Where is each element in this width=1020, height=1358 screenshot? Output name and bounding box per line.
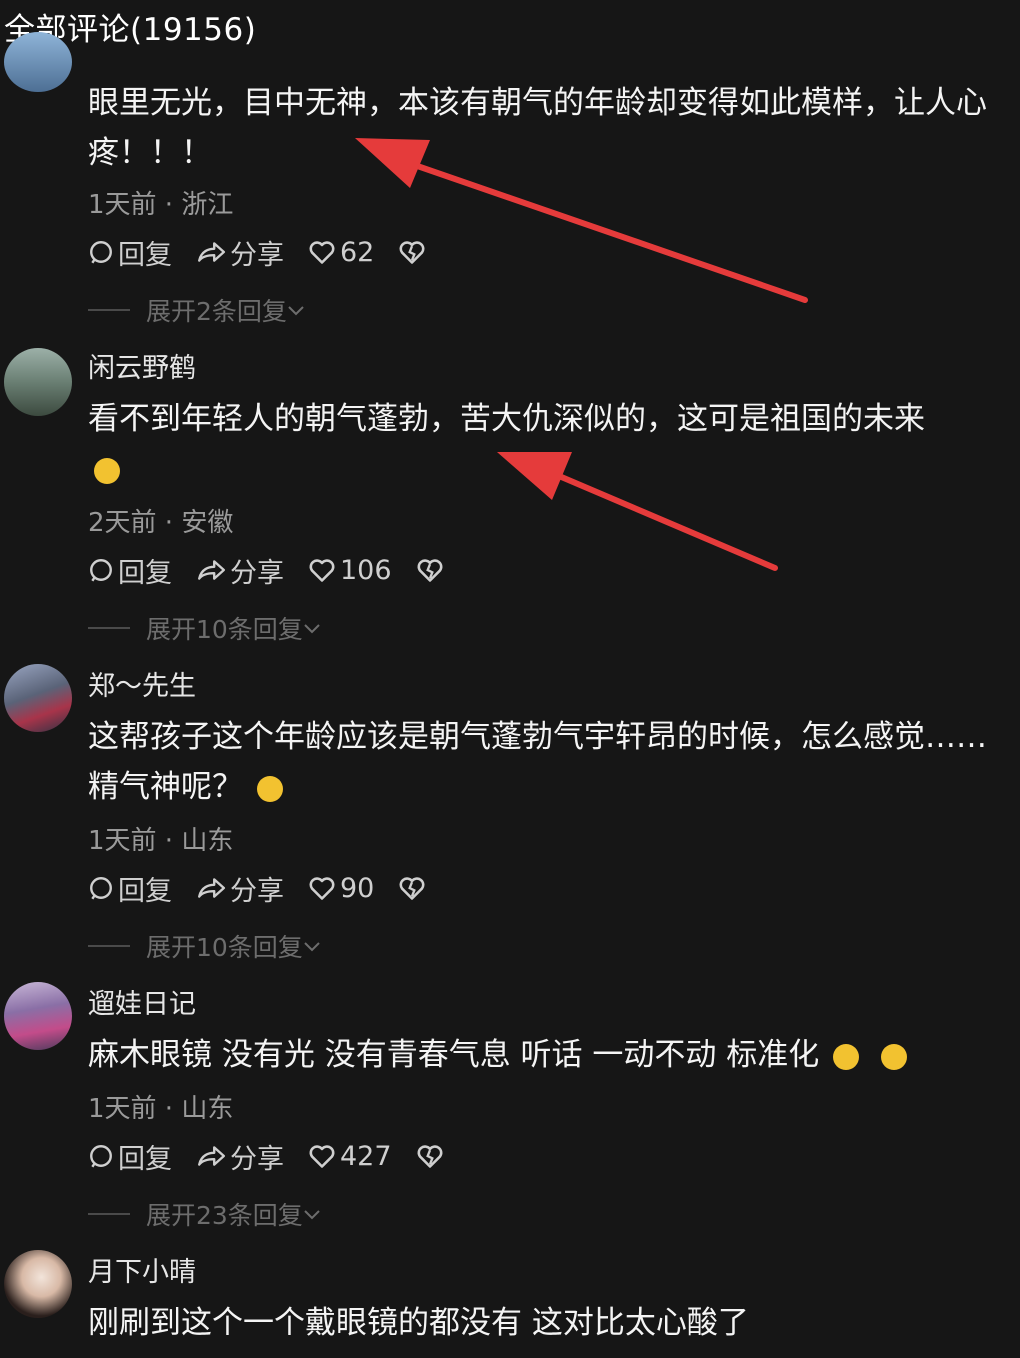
comment-text: 这帮孩子这个年龄应该是朝气蓬勃气宇轩昂的时候，怎么感觉……精气神呢？	[88, 712, 1016, 812]
grin-emoji-icon	[94, 457, 120, 484]
like-button[interactable]: 427	[308, 1141, 392, 1172]
like-count: 62	[340, 236, 375, 268]
like-count: 90	[340, 872, 375, 904]
comment-icon	[90, 1145, 112, 1168]
share-icon	[198, 560, 226, 580]
like-button[interactable]: 62	[308, 237, 374, 268]
chevron-down-icon	[288, 306, 304, 316]
chevron-down-icon	[304, 942, 320, 952]
avatar[interactable]	[4, 1250, 72, 1318]
reply-label: 回复	[118, 557, 172, 589]
dislike-button[interactable]	[398, 875, 430, 901]
expand-label: 展开23条回复	[146, 1201, 303, 1230]
reply-label: 回复	[118, 1143, 172, 1175]
dislike-icon	[399, 877, 425, 900]
share-button[interactable]: 分享	[196, 869, 284, 908]
comment-icon	[90, 241, 112, 264]
like-button[interactable]: 106	[308, 555, 392, 586]
expand-label: 展开10条回复	[146, 933, 303, 962]
comment-actions: 回复 分享 427	[88, 1136, 472, 1176]
expand-replies[interactable]: 展开2条回复	[88, 292, 305, 328]
reply-label: 回复	[118, 875, 172, 907]
share-button[interactable]: 分享	[196, 551, 284, 590]
username[interactable]: 闲云野鹤	[88, 346, 196, 385]
dislike-button[interactable]	[398, 239, 430, 265]
comment-text: 看不到年轻人的朝气蓬勃，苦大仇深似的，这可是祖国的未来	[88, 394, 1016, 494]
comment-text-content: 麻木眼镜 没有光 没有青春气息 听话 一动不动 标准化	[88, 1037, 820, 1073]
reply-button[interactable]: 回复	[88, 1137, 172, 1176]
reply-button[interactable]: 回复	[88, 233, 172, 272]
expand-replies[interactable]: 展开23条回复	[88, 1196, 321, 1232]
share-icon	[198, 878, 226, 898]
divider	[88, 945, 130, 947]
heart-icon	[309, 877, 335, 900]
like-count: 106	[340, 554, 392, 586]
heart-icon	[309, 241, 335, 264]
share-label: 分享	[230, 557, 284, 589]
comment-text: 刚刷到这个一个戴眼镜的都没有 这对比太心酸了	[88, 1298, 1016, 1348]
username[interactable]: 郑～先生	[88, 664, 196, 703]
comment-icon	[90, 877, 112, 900]
dislike-icon	[417, 559, 443, 582]
share-label: 分享	[230, 1143, 284, 1175]
dislike-button[interactable]	[416, 1143, 448, 1169]
expand-label: 展开2条回复	[146, 297, 287, 326]
divider	[88, 1213, 130, 1215]
sweat-emoji-icon	[256, 775, 283, 802]
share-icon	[198, 1146, 226, 1166]
chevron-down-icon	[304, 624, 320, 634]
avatar[interactable]	[4, 348, 72, 416]
comment-actions: 回复 分享 106	[88, 550, 472, 590]
heart-icon	[309, 1145, 335, 1168]
clap-emoji-icon	[833, 1043, 860, 1070]
comment-text: 麻木眼镜 没有光 没有青春气息 听话 一动不动 标准化	[88, 1030, 1016, 1080]
share-icon	[198, 242, 226, 262]
comment-text-content: 这帮孩子这个年龄应该是朝气蓬勃气宇轩昂的时候，怎么感觉……精气神呢？	[88, 719, 987, 805]
reply-label: 回复	[118, 239, 172, 271]
dislike-icon	[399, 241, 425, 264]
avatar[interactable]	[4, 32, 72, 92]
username[interactable]: 月下小晴	[88, 1250, 196, 1289]
divider	[88, 627, 130, 629]
dislike-icon	[417, 1145, 443, 1168]
expand-label: 展开10条回复	[146, 615, 303, 644]
comment-meta: 1天前 · 山东	[88, 826, 234, 856]
comment-actions: 回复 分享 62	[88, 232, 454, 272]
comment-icon	[90, 559, 112, 582]
comment-meta: 1天前 · 浙江	[88, 190, 234, 220]
expand-replies[interactable]: 展开10条回复	[88, 610, 321, 646]
like-count: 427	[340, 1140, 392, 1172]
share-label: 分享	[230, 239, 284, 271]
comment-actions: 回复 分享 90	[88, 868, 454, 908]
expand-replies[interactable]: 展开10条回复	[88, 928, 321, 964]
like-button[interactable]: 90	[308, 873, 374, 904]
comment-meta: 2天前 · 安徽	[88, 508, 234, 538]
share-button[interactable]: 分享	[196, 1137, 284, 1176]
share-button[interactable]: 分享	[196, 233, 284, 272]
avatar[interactable]	[4, 982, 72, 1050]
heart-icon	[309, 559, 335, 582]
username[interactable]: 遛娃日记	[88, 982, 196, 1021]
divider	[88, 309, 130, 311]
comment-meta: 1天前 · 山东	[88, 1094, 234, 1124]
chevron-down-icon	[304, 1210, 320, 1220]
reply-button[interactable]: 回复	[88, 869, 172, 908]
comment-text: 眼里无光，目中无神，本该有朝气的年龄却变得如此模样，让人心疼！！！	[88, 85, 987, 171]
comment-text-content: 看不到年轻人的朝气蓬勃，苦大仇深似的，这可是祖国的未来	[88, 401, 925, 437]
clap-emoji-icon	[881, 1043, 907, 1070]
comment-text-content: 刚刷到这个一个戴眼镜的都没有 这对比太心酸了	[88, 1305, 749, 1341]
dislike-button[interactable]	[416, 557, 448, 583]
reply-button[interactable]: 回复	[88, 551, 172, 590]
avatar[interactable]	[4, 664, 72, 732]
share-label: 分享	[230, 875, 284, 907]
